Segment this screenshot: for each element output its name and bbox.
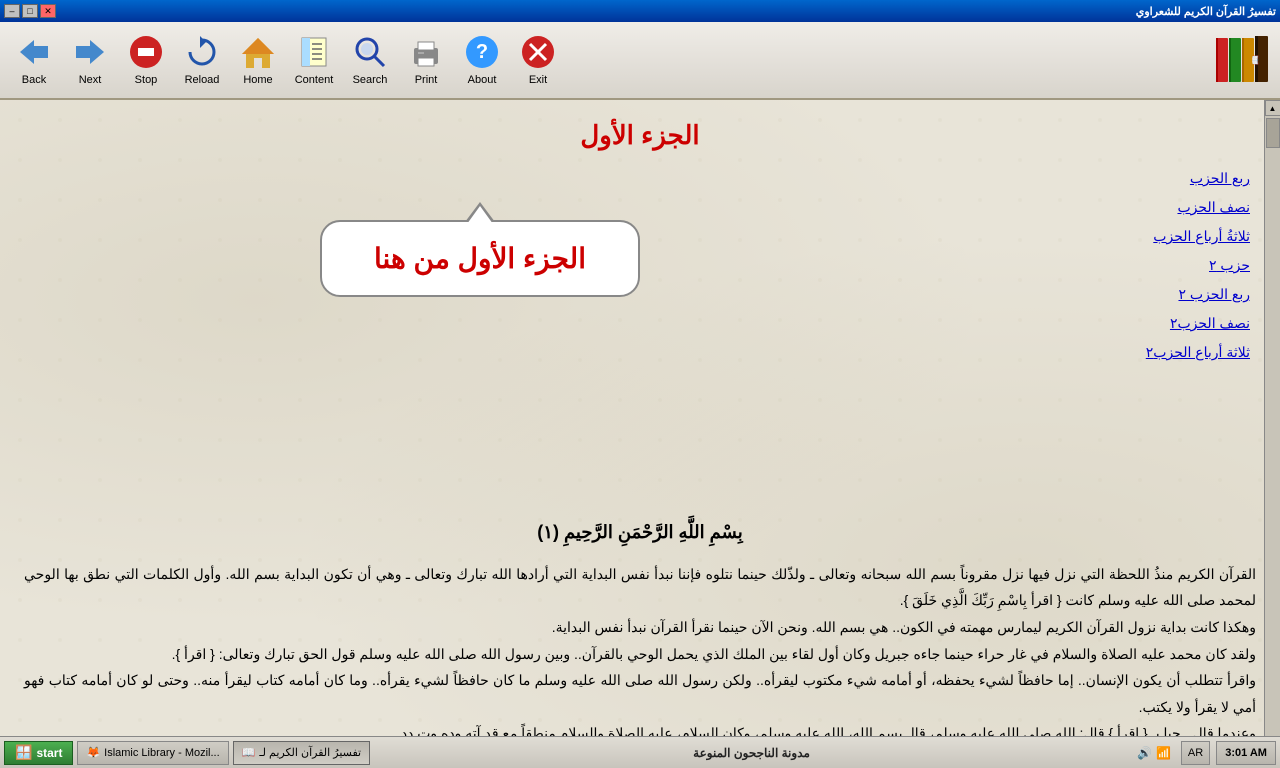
next-label: Next (79, 74, 102, 86)
toolbar: Back Next Stop Reload (0, 22, 1280, 100)
next-button[interactable]: Next (64, 26, 116, 94)
nav-link-4[interactable]: حزب ٢ (1146, 257, 1250, 274)
language-indicator[interactable]: AR (1181, 741, 1210, 765)
reload-icon (184, 34, 220, 70)
taskbar: 🪟 start 🦊 Islamic Library - Mozil... 📖 ت… (0, 736, 1280, 768)
scrollbar[interactable]: ▲ ▼ (1264, 100, 1280, 767)
stop-button[interactable]: Stop (120, 26, 172, 94)
about-icon: ? (464, 34, 500, 70)
svg-text:?: ? (476, 41, 488, 63)
search-label: Search (353, 74, 388, 86)
window-controls: – □ ✕ (4, 4, 56, 18)
content-icon (296, 34, 332, 70)
next-icon (72, 34, 108, 70)
paragraph-3: ولقد كان محمد عليه الصلاة والسلام في غار… (24, 641, 1256, 668)
back-button[interactable]: Back (8, 26, 60, 94)
search-icon (352, 34, 388, 70)
start-label: start (36, 746, 62, 760)
nav-links: ربع الحزب نصف الحزب ثلاثةُ أرباع الحزب ح… (1146, 170, 1250, 361)
back-label: Back (22, 74, 46, 86)
system-tray: 🔊 📶 (1133, 746, 1175, 760)
taskbar-center-text: مدونة الناجحون المنوعة (693, 746, 810, 760)
svg-text:📖: 📖 (1251, 55, 1260, 65)
taskbar-item-browser[interactable]: 🦊 Islamic Library - Mozil... (77, 741, 228, 765)
exit-label: Exit (529, 74, 547, 86)
start-windows-icon: 🪟 (15, 744, 32, 761)
taskbar-right: 🔊 📶 AR 3:01 AM (1133, 741, 1276, 765)
reload-button[interactable]: Reload (176, 26, 228, 94)
home-label: Home (243, 74, 272, 86)
network-icon: 🔊 (1137, 746, 1152, 760)
quran-app-icon: 📖 (242, 746, 256, 759)
home-button[interactable]: Home (232, 26, 284, 94)
title-bar: تفسيرُ القرآن الكريم للشعراوي – □ ✕ (0, 0, 1280, 22)
content-area: الجزء الأول ربع الحزب نصف الحزب ثلاثةُ أ… (0, 100, 1280, 767)
print-label: Print (415, 74, 438, 86)
maximize-button[interactable]: □ (22, 4, 38, 18)
paragraph-1: القرآن الكريم منذُ اللحظة التي نزل فيها … (24, 561, 1256, 614)
exit-button[interactable]: Exit (512, 26, 564, 94)
content-label: Content (295, 74, 334, 86)
arabic-text-content: بِسْمِ اللَّهِ الرَّحْمَنِ الرَّحِيمِ (١… (24, 515, 1256, 747)
scroll-thumb[interactable] (1266, 118, 1280, 148)
scroll-up-button[interactable]: ▲ (1265, 100, 1280, 116)
about-label: About (468, 74, 497, 86)
stop-icon (128, 34, 164, 70)
taskbar-item-quran-label: تفسيرُ القرآن الكريم لـ (259, 746, 361, 759)
taskbar-left: 🪟 start 🦊 Islamic Library - Mozil... 📖 ت… (4, 741, 370, 765)
clock-time: 3:01 AM (1225, 747, 1267, 759)
nav-link-5[interactable]: ربع الحزب ٢ (1146, 286, 1250, 303)
system-clock: 3:01 AM (1216, 741, 1276, 765)
home-icon (240, 34, 276, 70)
about-button[interactable]: ? About (456, 26, 508, 94)
window-title: تفسيرُ القرآن الكريم للشعراوي (1136, 5, 1276, 18)
paragraph-2: وهكذا كانت بداية نزول القرآن الكريم ليما… (24, 614, 1256, 641)
browser-icon: 🦊 (86, 746, 100, 759)
stop-label: Stop (135, 74, 158, 86)
search-button[interactable]: Search (344, 26, 396, 94)
taskbar-item-browser-label: Islamic Library - Mozil... (104, 747, 220, 759)
content-button[interactable]: Content (288, 26, 340, 94)
page-title: الجزء الأول (24, 120, 1256, 151)
start-button[interactable]: 🪟 start (4, 741, 73, 765)
nav-link-6[interactable]: نصف الحزب٢ (1146, 315, 1250, 332)
print-button[interactable]: Print (400, 26, 452, 94)
taskbar-item-quran[interactable]: 📖 تفسيرُ القرآن الكريم لـ (233, 741, 370, 765)
volume-icon: 📶 (1156, 746, 1171, 760)
print-icon (408, 34, 444, 70)
nav-link-3[interactable]: ثلاثةُ أرباع الحزب (1146, 228, 1250, 245)
main-container: الجزء الأول ربع الحزب نصف الحزب ثلاثةُ أ… (0, 100, 1280, 767)
language-code: AR (1188, 747, 1203, 759)
speech-bubble: الجزء الأول من هنا (320, 220, 640, 297)
nav-link-2[interactable]: نصف الحزب (1146, 199, 1250, 216)
speech-bubble-text: الجزء الأول من هنا (374, 243, 586, 274)
close-button[interactable]: ✕ (40, 4, 56, 18)
nav-link-1[interactable]: ربع الحزب (1146, 170, 1250, 187)
basmala: بِسْمِ اللَّهِ الرَّحْمَنِ الرَّحِيمِ (١… (24, 515, 1256, 549)
reload-label: Reload (185, 74, 220, 86)
book-decoration: 📖 (1212, 30, 1272, 90)
back-icon (16, 34, 52, 70)
exit-icon (520, 34, 556, 70)
paragraph-4: واقرأ تتطلب أن يكون الإنسان.. إما حافظاً… (24, 667, 1256, 720)
minimize-button[interactable]: – (4, 4, 20, 18)
nav-link-7[interactable]: ثلاثة أرباع الحزب٢ (1146, 344, 1250, 361)
taskbar-center: مدونة الناجحون المنوعة (693, 746, 810, 760)
speech-bubble-container: الجزء الأول من هنا (320, 220, 640, 297)
